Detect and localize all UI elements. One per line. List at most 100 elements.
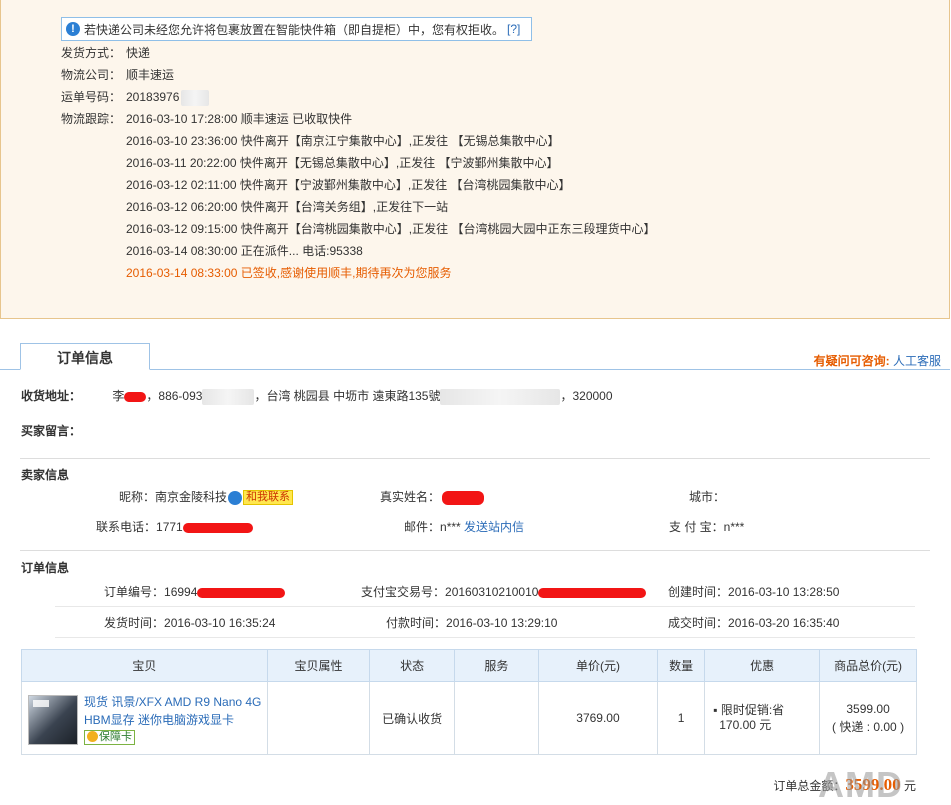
attributes-cell [266, 681, 371, 755]
status-cell: 已确认收货 [369, 681, 455, 755]
seller-section-title: 卖家信息 [21, 468, 70, 482]
nickname-value: 南京金陵科技 [155, 490, 228, 504]
tracking-time: 2016-03-10 23:36:00 [126, 134, 238, 148]
seller-email: 邮件：n*** 发送站内信 [404, 517, 524, 537]
deal-time: 成交时间：2016-03-20 16:35:40 [668, 613, 839, 633]
order-no-redaction [197, 587, 286, 598]
email-value: n*** [440, 520, 461, 534]
chat-icon[interactable] [228, 490, 243, 505]
waybill-row: 运单号码： 20183976 [61, 87, 210, 107]
help-consult: 有疑问可咨询: 人工客服 [814, 352, 941, 369]
amd-watermark-logo: AMD [818, 764, 903, 805]
seller-realname: 真实姓名： [380, 487, 485, 507]
shipped-label: 发货时间： [104, 616, 165, 630]
col-discount: 优惠 [704, 649, 821, 682]
address-zip: ，320000 [560, 389, 613, 403]
trade-no-label: 支付宝交易号： [361, 585, 446, 599]
tracking-time: 2016-03-11 20:22:00 [126, 156, 237, 170]
line-total-cell: 3599.00 ( 快递 : 0.00 ) [819, 681, 917, 755]
ship-method-label: 发货方式： [61, 46, 122, 60]
alipay-label: 支 付 宝： [669, 520, 724, 534]
col-status: 状态 [369, 649, 455, 682]
guarantee-label: 保障卡 [99, 730, 132, 743]
deal-label: 成交时间： [668, 616, 729, 630]
customer-service-link[interactable]: 人工客服 [893, 354, 941, 368]
tracking-text: 快件离开【台湾桃园集散中心】,正发往 【台湾桃园大园中正东三段理货中心】 [240, 222, 656, 236]
col-total: 商品总价(元) [819, 649, 917, 682]
phone-value: 1771 [156, 520, 183, 534]
col-quantity: 数量 [656, 649, 706, 682]
tracking-entry: 2016-03-14 08:30:00 正在派件... 电话:95338 [126, 241, 363, 261]
tracking-entry-latest: 2016-03-14 08:33:00 已签收,感谢使用顺丰,期待再次为您服务 [126, 263, 451, 283]
order-section-title: 订单信息 [21, 561, 70, 575]
realname-redaction [442, 490, 485, 505]
realname-label: 真实姓名： [380, 490, 441, 504]
col-service: 服务 [453, 649, 539, 682]
address-phone: 886-093 [158, 389, 203, 403]
table-row: 现货 讯景/XFX AMD R9 Nano 4G HBM显存 迷你电脑游戏显卡 … [21, 681, 917, 755]
discount-label: 限时促销:省 [720, 703, 785, 717]
tracking-text: 快件离开【宁波鄞州集散中心】,正发往 【台湾桃园集散中心】 [239, 178, 571, 192]
tracking-entry: 2016-03-11 20:22:00 快件离开【无锡总集散中心】,正发往 【宁… [126, 153, 559, 173]
col-item: 宝贝 [21, 649, 268, 682]
buyer-message-label: 买家留言： [21, 424, 82, 438]
help-question: 有疑问可咨询: [813, 354, 890, 368]
deal-value: 2016-03-20 16:35:40 [728, 616, 840, 630]
ship-method-row: 发货方式： 快递 [61, 43, 150, 63]
paid-value: 2016-03-10 13:29:10 [446, 616, 558, 630]
tracking-time: 2016-03-12 02:11:00 [126, 178, 237, 192]
discount-amount: 170.00 元 [719, 718, 772, 732]
shipping-fee: ( 快递 : 0.00 ) [832, 720, 905, 734]
service-cell [453, 681, 539, 755]
phone-blur [202, 388, 255, 405]
table-header-row: 宝贝 宝贝属性 状态 服务 单价(元) 数量 优惠 商品总价(元) [21, 649, 917, 682]
shipped-time: 发货时间：2016-03-10 16:35:24 [104, 613, 275, 633]
discount-cell: ▪ 限时促销:省 170.00 元 [704, 681, 821, 755]
product-thumbnail[interactable] [28, 694, 78, 745]
tracking-time: 2016-03-12 06:20:00 [126, 200, 238, 214]
nickname-label: 昵称： [119, 490, 156, 504]
tracking-label-row: 物流跟踪： [61, 109, 126, 129]
order-items-table: 宝贝 宝贝属性 状态 服务 单价(元) 数量 优惠 商品总价(元) 现货 讯景/… [21, 649, 917, 755]
trade-no-redaction [538, 587, 647, 598]
tracking-text: 正在派件... 电话:95338 [240, 244, 363, 258]
unit-price-cell: 3769.00 [537, 681, 658, 755]
tracking-text: 快件离开【无锡总集散中心】,正发往 【宁波鄞州集散中心】 [239, 156, 559, 170]
order-no-label: 订单编号： [104, 585, 165, 599]
paid-label: 付款时间： [386, 616, 447, 630]
divider [20, 550, 930, 551]
name-redaction [124, 391, 147, 402]
tracking-text: 顺丰速运 已收取快件 [240, 112, 353, 126]
product-cell: 现货 讯景/XFX AMD R9 Nano 4G HBM显存 迷你电脑游戏显卡 … [21, 681, 268, 755]
tracking-entry: 2016-03-12 09:15:00 快件离开【台湾桃园集散中心】,正发往 【… [126, 219, 655, 239]
email-label: 邮件： [404, 520, 441, 534]
send-message-link[interactable]: 发送站内信 [464, 520, 524, 534]
logistics-company-value: 顺丰速运 [126, 68, 175, 82]
tab-order-info[interactable]: 订单信息 [20, 343, 150, 370]
tracking-entry: 2016-03-10 17:28:00 顺丰速运 已收取快件 [126, 109, 352, 129]
guarantee-badge[interactable]: 保障卡 [84, 729, 135, 745]
contact-me-button[interactable]: 和我联系 [243, 490, 294, 506]
notice-help-link[interactable]: [?] [507, 22, 520, 36]
tracking-time: 2016-03-14 08:33:00 [126, 266, 238, 280]
quantity-cell: 1 [656, 681, 706, 755]
seller-alipay: 支 付 宝：n*** [669, 517, 744, 537]
waybill-label: 运单号码： [61, 90, 122, 104]
created-value: 2016-03-10 13:28:50 [728, 585, 840, 599]
divider [20, 458, 930, 459]
address-location: ，台湾 桃园县 中坜市 遠東路135號 [254, 389, 441, 403]
address-blur [440, 388, 561, 405]
ship-method-value: 快递 [126, 46, 151, 60]
tracking-entry: 2016-03-12 06:20:00 快件离开【台湾关务组】,正发往下一站 [126, 197, 448, 217]
seller-nickname: 昵称：南京金陵科技 和我联系 [119, 487, 294, 507]
divider [55, 606, 915, 607]
shipped-value: 2016-03-10 16:35:24 [164, 616, 276, 630]
tracking-text: 快件离开【南京江宁集散中心】,正发往 【无锡总集散中心】 [240, 134, 560, 148]
tracking-time: 2016-03-14 08:30:00 [126, 244, 238, 258]
seller-city: 城市： [689, 490, 726, 504]
seller-phone: 联系电话：1771 [96, 517, 253, 537]
paid-time: 付款时间：2016-03-10 13:29:10 [386, 613, 557, 633]
col-attributes: 宝贝属性 [266, 649, 371, 682]
address-name: 李 [112, 389, 125, 403]
order-number: 订单编号：16994 [104, 582, 286, 602]
